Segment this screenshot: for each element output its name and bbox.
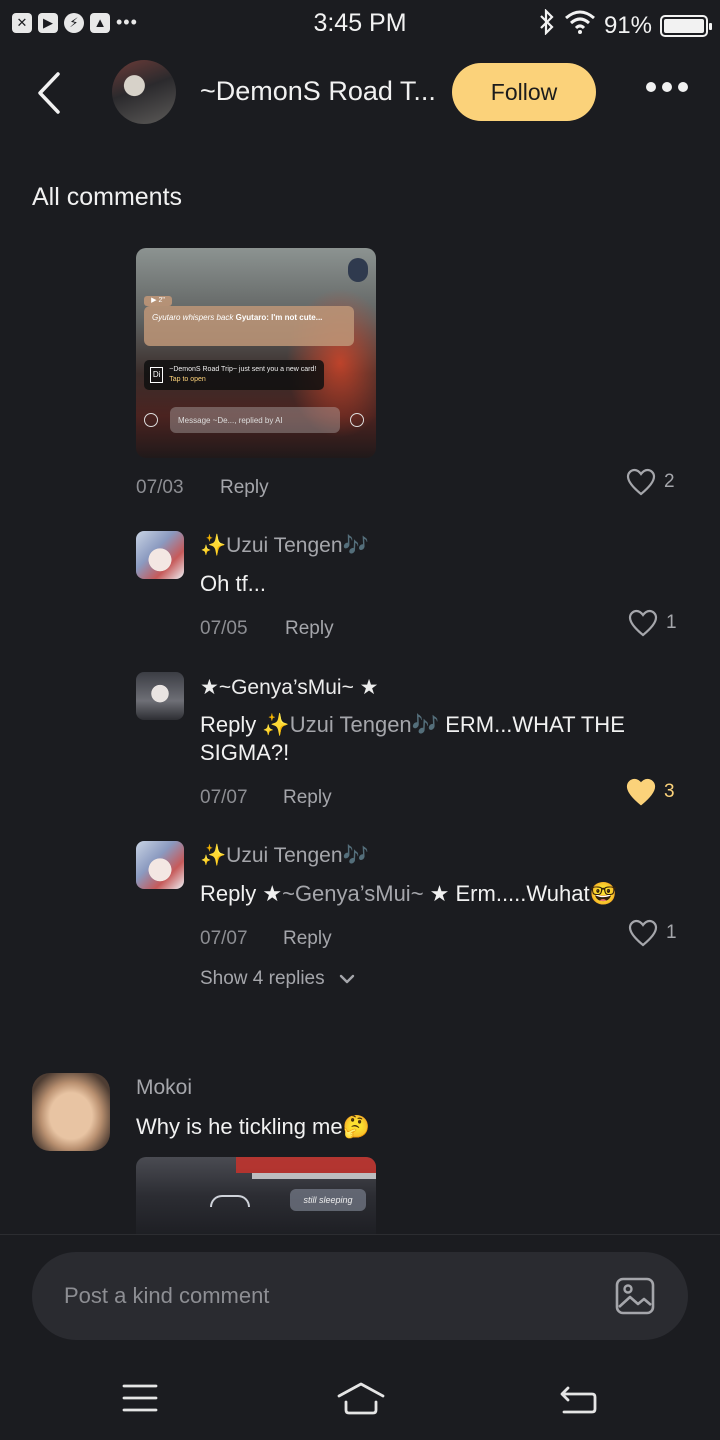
image-attach-button[interactable]: [614, 1276, 656, 1316]
comment-placeholder: Post a kind comment: [64, 1283, 270, 1308]
divider: [0, 1234, 720, 1235]
menu-nav-button[interactable]: [120, 1378, 160, 1418]
show-replies-label: Show 4 replies: [200, 968, 325, 989]
message-bar: Message ~De..., replied by AI: [170, 407, 340, 433]
battery-icon: [660, 14, 712, 37]
umbrella-figure: [210, 1195, 250, 1207]
creator-avatar[interactable]: [112, 60, 176, 124]
mention-link[interactable]: ~Genya’sMui~: [282, 881, 423, 906]
voice-icon: [144, 413, 158, 427]
page-title[interactable]: ~DemonS Road T...: [200, 76, 436, 107]
reply-button[interactable]: Reply: [283, 928, 332, 950]
comment-body: Reply ★~Genya’sMui~ ★ Erm.....Wuhat🤓: [200, 880, 670, 908]
bluetooth-icon: [538, 8, 556, 42]
comment-date: 07/03: [136, 477, 184, 498]
like-button[interactable]: 2: [626, 468, 675, 496]
notification-text: ~DemonS Road Trip~ just sent you a new c…: [169, 366, 317, 373]
reply-button[interactable]: Reply: [220, 477, 269, 499]
tap-to-open-text: Tap to open: [169, 376, 206, 383]
reply-button[interactable]: Reply: [285, 618, 334, 640]
comment-input[interactable]: Post a kind comment: [32, 1252, 688, 1340]
comment-date: 07/05: [200, 618, 248, 639]
more-options-button[interactable]: [646, 82, 688, 92]
chevron-left-icon: [38, 72, 60, 114]
bubble-italic-text: Gyutaro whispers back: [152, 313, 234, 322]
battery-percent: 91%: [603, 11, 652, 39]
heart-filled-icon: [626, 778, 656, 806]
image-icon: [615, 1277, 655, 1315]
bubble-bold-text: Gyutaro: I'm not cute...: [235, 313, 323, 322]
author-name: Uzui Tengen: [226, 844, 343, 867]
like-count: 2: [664, 471, 675, 492]
comment-image[interactable]: still sleeping: [136, 1157, 376, 1234]
comment-image[interactable]: ▶ 2" Gyutaro whispers back Gyutaro: I'm …: [136, 248, 376, 458]
comment-body: Oh tf...: [200, 571, 267, 596]
back-button[interactable]: [28, 68, 68, 118]
like-count: 1: [666, 922, 677, 943]
card-icon: Di: [150, 367, 164, 383]
author-name: Uzui Tengen: [226, 534, 343, 557]
show-replies-button[interactable]: Show 4 replies: [200, 968, 355, 990]
comment-body: Reply ✨Uzui Tengen🎶 ERM...WHAT THE SIGMA…: [200, 711, 670, 767]
reply-prefix: Reply: [200, 881, 263, 906]
comment-date: 07/07: [200, 928, 248, 949]
more-dot-icon: [646, 82, 656, 92]
sparkle-emoji: ✨: [262, 712, 290, 737]
sparkle-emoji: ✨: [200, 534, 227, 557]
heart-icon: [628, 609, 658, 637]
chevron-down-icon: [339, 974, 354, 984]
menu-icon: [122, 1384, 158, 1412]
close-circle-icon: [350, 413, 364, 427]
music-note-emoji: 🎶: [342, 844, 369, 867]
avatar[interactable]: [32, 1073, 110, 1151]
heart-icon: [628, 919, 658, 947]
back-nav-button[interactable]: [558, 1378, 598, 1418]
music-note-emoji: 🎶: [411, 712, 440, 737]
comment-author[interactable]: Mokoi: [136, 1076, 192, 1100]
like-count: 1: [666, 612, 677, 633]
comment-author[interactable]: ★~Genya’sMui~ ★: [200, 675, 379, 700]
more-dot-icon: [662, 82, 672, 92]
like-button[interactable]: 1: [628, 609, 677, 637]
comment-author[interactable]: ✨Uzui Tengen🎶: [200, 844, 369, 868]
audio-badge: ▶ 2": [144, 296, 172, 306]
return-icon: [560, 1386, 597, 1414]
follow-button[interactable]: Follow: [452, 63, 596, 121]
home-nav-button[interactable]: [336, 1378, 386, 1418]
mention-link[interactable]: Uzui Tengen: [290, 712, 412, 737]
system-status: 91%: [538, 8, 712, 42]
avatar[interactable]: [136, 672, 184, 720]
comment-body: Why is he tickling me🤔: [136, 1114, 371, 1139]
comment-author[interactable]: ✨Uzui Tengen🎶: [200, 534, 369, 558]
home-icon: [337, 1382, 385, 1415]
reply-prefix: Reply: [200, 712, 263, 737]
status-bar: ✕ ▶ ⚡ ▲ ••• 3:45 PM 91%: [0, 0, 720, 50]
like-count: 3: [664, 781, 675, 802]
like-button[interactable]: 3: [626, 778, 675, 806]
card-notification: Di ~DemonS Road Trip~ just sent you a ne…: [144, 360, 324, 390]
chat-bubble: Gyutaro whispers back Gyutaro: I'm not c…: [144, 306, 354, 346]
more-dot-icon: [678, 82, 688, 92]
section-title: All comments: [32, 183, 183, 211]
comment-text: Erm.....Wuhat🤓: [449, 881, 617, 906]
music-note-emoji: 🎶: [342, 534, 369, 557]
star-glyph: ★: [423, 881, 450, 906]
reply-button[interactable]: Reply: [283, 787, 332, 809]
heart-icon: [626, 468, 656, 496]
wifi-icon: [564, 10, 596, 41]
comment-date: 07/07: [200, 787, 248, 808]
image-caption-tag: still sleeping: [290, 1189, 366, 1211]
star-glyph: ★: [262, 881, 283, 906]
like-button[interactable]: 1: [628, 919, 677, 947]
avatar[interactable]: [136, 841, 184, 889]
avatar[interactable]: [136, 531, 184, 579]
sparkle-emoji: ✨: [200, 844, 227, 867]
